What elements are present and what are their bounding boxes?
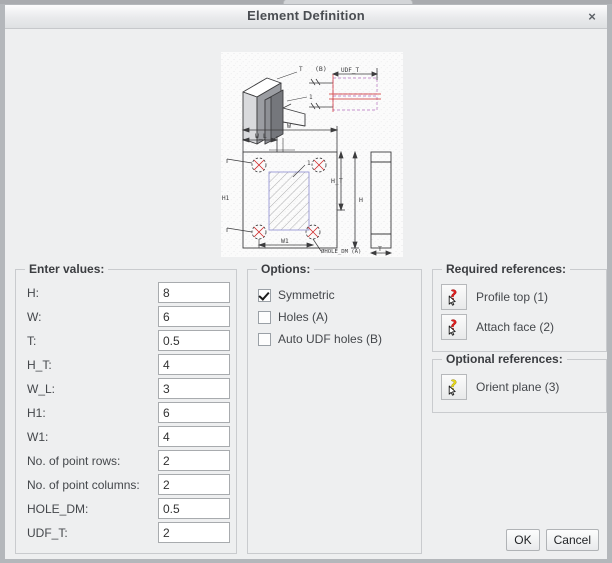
svg-text:H: H — [359, 196, 363, 204]
reference-row-attach-face[interactable]: Attach face (2) — [441, 312, 554, 342]
checkbox-symmetric[interactable] — [258, 288, 271, 302]
reference-label-attach-face: Attach face (2) — [476, 320, 555, 334]
svg-text:H1: H1 — [222, 195, 230, 202]
label-w-l: W_L: — [27, 382, 56, 396]
options-group: Options: Symmetric Holes (A) Auto UDF ho… — [247, 262, 422, 554]
label-h-t: H_T: — [27, 358, 52, 372]
label-udf-t: UDF_T: — [27, 526, 68, 540]
reference-row-orient-plane[interactable]: Orient plane (3) — [441, 372, 559, 402]
required-references-legend: Required references: — [442, 262, 571, 276]
checkbox-row-auto-udf-holes-b[interactable]: Auto UDF holes (B) — [258, 328, 382, 350]
close-icon[interactable]: × — [583, 8, 601, 25]
input-w1[interactable] — [158, 426, 230, 447]
enter-values-legend: Enter values: — [25, 262, 109, 276]
input-w-l[interactable] — [158, 378, 230, 399]
input-point-rows[interactable] — [158, 450, 230, 471]
field-row-t: T: — [16, 330, 236, 353]
field-row-point-rows: No. of point rows: — [16, 450, 236, 473]
input-w[interactable] — [158, 306, 230, 327]
dialog-footer: OK Cancel — [506, 529, 599, 551]
field-row-udf-t: UDF_T: — [16, 522, 236, 545]
optional-references-legend: Optional references: — [442, 352, 567, 366]
field-row-h: H: — [16, 282, 236, 305]
svg-text:W1: W1 — [281, 237, 289, 245]
input-hole-dm[interactable] — [158, 498, 230, 519]
svg-text:1: 1 — [309, 94, 313, 101]
dialog-titlebar: Element Definition × — [5, 5, 607, 29]
svg-text:T: T — [378, 245, 382, 253]
cancel-button[interactable]: Cancel — [545, 529, 599, 551]
reference-label-orient-plane: Orient plane (3) — [476, 380, 560, 394]
svg-text:ØHOLE_DM (A): ØHOLE_DM (A) — [321, 248, 361, 255]
field-row-w-l: W_L: — [16, 378, 236, 401]
field-row-hole-dm: HOLE_DM: — [16, 498, 236, 521]
dialog-title: Element Definition — [247, 8, 365, 23]
svg-text:UDF_T: UDF_T — [341, 67, 359, 74]
reference-label-profile-top: Profile top (1) — [476, 290, 549, 304]
svg-text:T: T — [299, 66, 303, 73]
checkbox-label-holes-a: Holes (A) — [278, 310, 329, 324]
optional-references-group: Optional references: Orient plane (3) — [432, 352, 607, 413]
label-point-rows: No. of point rows: — [27, 454, 121, 468]
options-list: Symmetric Holes (A) Auto UDF holes (B) — [258, 284, 382, 350]
preview-drawing: T 1 (B) UDF_T W W_L 1 H1 ØHOLE_DM (A) W1… — [221, 52, 403, 257]
svg-text:H_T: H_T — [331, 177, 343, 185]
label-h: H: — [27, 286, 39, 300]
input-t[interactable] — [158, 330, 230, 351]
svg-text:(B): (B) — [315, 65, 327, 73]
label-w: W: — [27, 310, 42, 324]
checkbox-label-symmetric: Symmetric — [278, 288, 335, 302]
screen: Element Definition × T 1 (B) UDF_T W W_L… — [0, 0, 612, 563]
checkbox-holes-a[interactable] — [258, 310, 271, 324]
label-point-columns: No. of point columns: — [27, 478, 140, 492]
field-row-h-t: H_T: — [16, 354, 236, 377]
value-rows: H: W: T: H_T: — [16, 282, 236, 546]
field-row-w1: W1: — [16, 426, 236, 449]
label-hole-dm: HOLE_DM: — [27, 502, 89, 516]
checkbox-row-symmetric[interactable]: Symmetric — [258, 284, 382, 306]
label-t: T: — [27, 334, 37, 348]
svg-text:W_L: W_L — [255, 132, 267, 140]
optional-references-list: Orient plane (3) — [441, 372, 559, 402]
options-legend: Options: — [257, 262, 315, 276]
svg-text:W: W — [287, 122, 291, 130]
input-h1[interactable] — [158, 402, 230, 423]
input-udf-t[interactable] — [158, 522, 230, 543]
checkbox-label-auto-udf-holes-b: Auto UDF holes (B) — [278, 332, 383, 346]
field-row-h1: H1: — [16, 402, 236, 425]
input-h[interactable] — [158, 282, 230, 303]
dialog-body: T 1 (B) UDF_T W W_L 1 H1 ØHOLE_DM (A) W1… — [5, 29, 607, 559]
checkbox-auto-udf-holes-b[interactable] — [258, 332, 271, 346]
label-h1: H1: — [27, 406, 46, 420]
enter-values-group: Enter values: H: W: T: H_T — [15, 262, 237, 554]
label-w1: W1: — [27, 430, 49, 444]
reference-picker-icon-profile-top[interactable] — [441, 284, 467, 310]
svg-text:1: 1 — [307, 160, 311, 167]
field-row-point-columns: No. of point columns: — [16, 474, 236, 497]
checkbox-row-holes-a[interactable]: Holes (A) — [258, 306, 382, 328]
reference-picker-icon-attach-face[interactable] — [441, 314, 467, 340]
element-definition-dialog: Element Definition × T 1 (B) UDF_T W W_L… — [0, 4, 612, 563]
required-references-list: Profile top (1) Attach face (2) — [441, 282, 554, 342]
reference-row-profile-top[interactable]: Profile top (1) — [441, 282, 554, 312]
reference-picker-icon-orient-plane[interactable] — [441, 374, 467, 400]
input-point-columns[interactable] — [158, 474, 230, 495]
required-references-group: Required references: Profile top (1) Att… — [432, 262, 607, 352]
ok-button[interactable]: OK — [506, 529, 540, 551]
input-h-t[interactable] — [158, 354, 230, 375]
field-row-w: W: — [16, 306, 236, 329]
